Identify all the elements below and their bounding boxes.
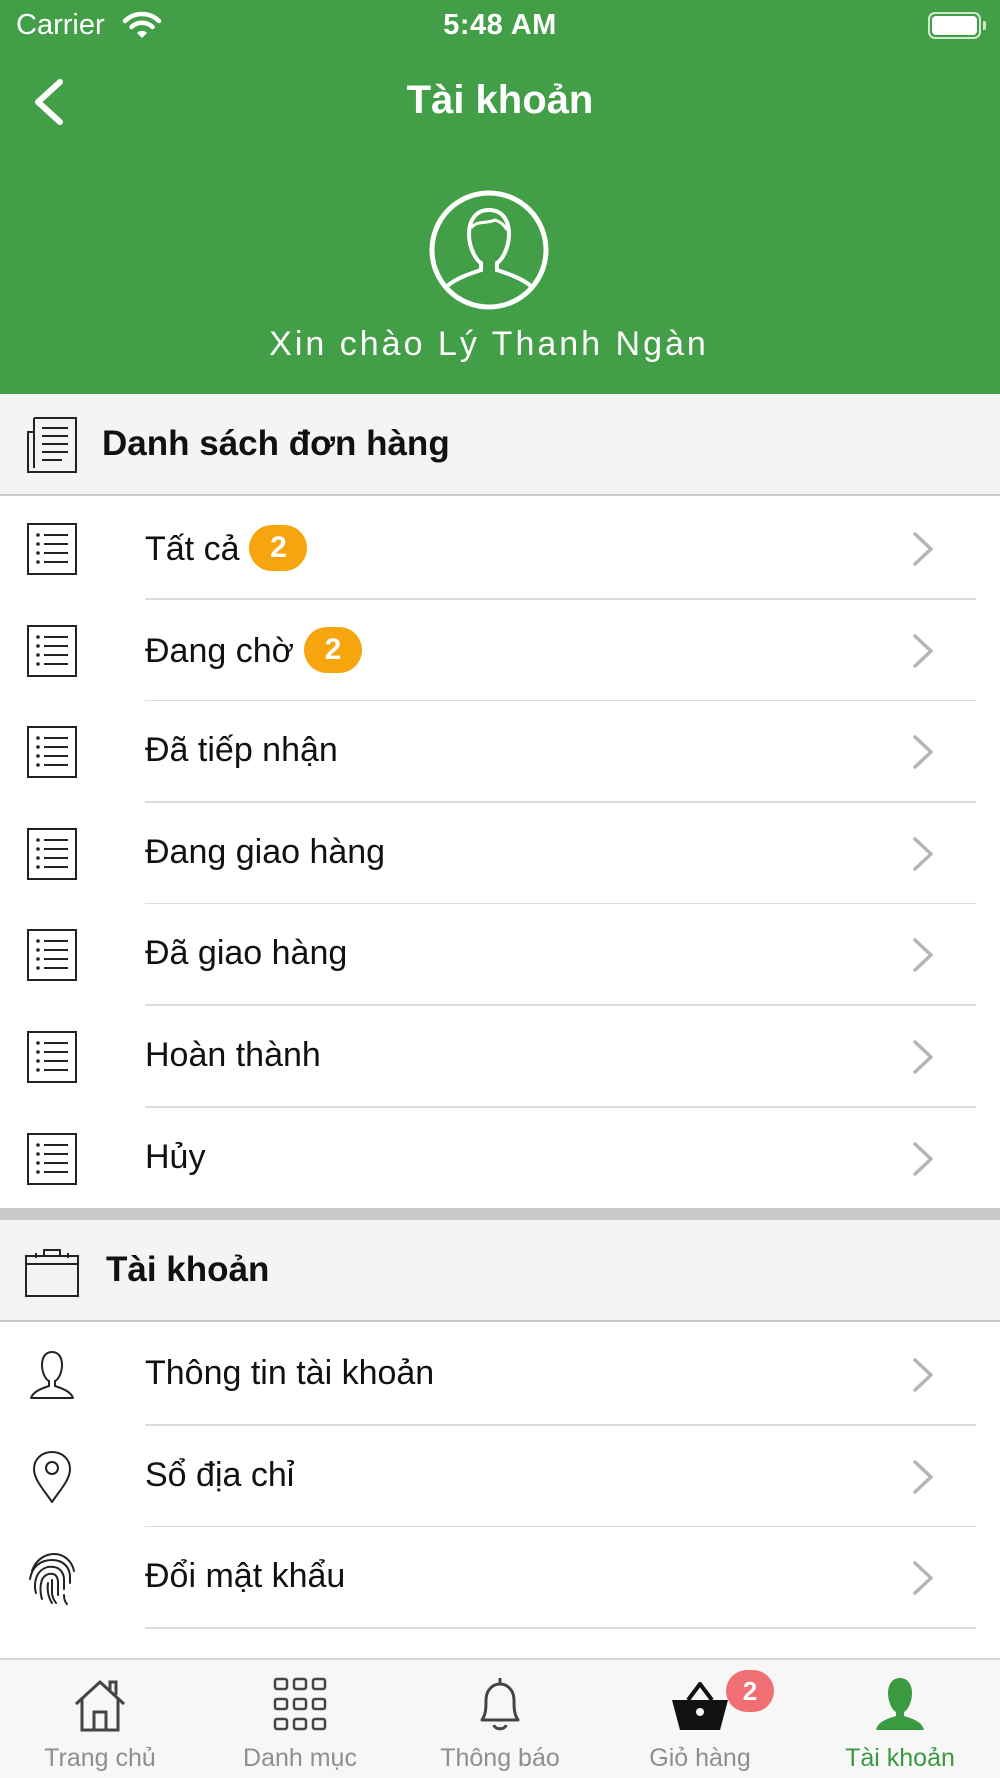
chevron-right-icon bbox=[913, 532, 933, 566]
status-bar: Carrier 5:48 AM bbox=[0, 0, 1000, 52]
account-section-title: Tài khoản bbox=[106, 1250, 270, 1289]
section-separator bbox=[0, 1208, 1000, 1220]
order-row-label: Đang giao hàng bbox=[145, 833, 385, 872]
chevron-right-icon bbox=[913, 1040, 933, 1074]
chevron-right-icon bbox=[913, 633, 933, 668]
list-icon bbox=[27, 929, 77, 982]
order-row[interactable]: Đã giao hàng bbox=[0, 904, 1000, 1007]
orders-section-header: Danh sách đơn hàng bbox=[0, 394, 1000, 496]
order-row[interactable]: Tất cả 2 bbox=[0, 498, 1000, 600]
grid-icon bbox=[273, 1677, 327, 1731]
location-pin-icon bbox=[33, 1450, 71, 1503]
tab-notifications-label: Thông báo bbox=[440, 1744, 560, 1772]
order-row[interactable]: Hủy bbox=[0, 1107, 1000, 1210]
order-row[interactable]: Hoàn thành bbox=[0, 1006, 1000, 1108]
tab-cart[interactable]: 2 Giỏ hàng bbox=[600, 1660, 800, 1778]
briefcase-icon bbox=[25, 1249, 79, 1297]
chevron-right-icon bbox=[913, 1459, 933, 1494]
avatar-icon bbox=[429, 190, 549, 310]
order-row-label: Đã giao hàng bbox=[145, 934, 347, 973]
list-icon bbox=[27, 1031, 77, 1083]
battery-icon bbox=[928, 12, 986, 39]
tab-account-label: Tài khoản bbox=[845, 1744, 955, 1772]
order-row[interactable]: Đã tiếp nhận bbox=[0, 701, 1000, 804]
list-icon bbox=[27, 827, 77, 880]
order-row-text: Hủy bbox=[145, 1137, 206, 1176]
chevron-right-icon bbox=[913, 938, 933, 973]
order-row[interactable]: Đang giao hàng bbox=[0, 802, 1000, 905]
order-row-label: Đã tiếp nhận bbox=[145, 731, 338, 770]
tab-home[interactable]: Trang chủ bbox=[0, 1660, 200, 1778]
status-time: 5:48 AM bbox=[443, 9, 557, 41]
chevron-right-icon bbox=[913, 735, 933, 769]
chevron-right-icon bbox=[913, 1561, 933, 1595]
account-row[interactable]: Đổi mật khẩu bbox=[0, 1527, 1000, 1630]
cart-badge: 2 bbox=[726, 1670, 774, 1712]
count-badge: 2 bbox=[249, 525, 308, 571]
chevron-right-icon bbox=[913, 1358, 933, 1392]
tab-categories[interactable]: Danh mục bbox=[200, 1660, 400, 1778]
tab-home-label: Trang chủ bbox=[44, 1744, 156, 1772]
count-badge: 2 bbox=[303, 626, 362, 673]
order-row-label: Hoàn thành bbox=[145, 1036, 321, 1075]
chevron-right-icon bbox=[913, 837, 933, 871]
account-row[interactable]: Thông tin tài khoản bbox=[0, 1324, 1000, 1426]
home-icon bbox=[74, 1680, 126, 1732]
fingerprint-icon bbox=[29, 1553, 75, 1606]
order-row[interactable]: Đang chờ 2 bbox=[0, 599, 1000, 702]
tab-cart-label: Giỏ hàng bbox=[649, 1744, 751, 1772]
order-row-label: Tất cả 2 bbox=[145, 525, 308, 574]
order-row-text: Đang giao hàng bbox=[145, 832, 386, 871]
order-row-text: Đã giao hàng bbox=[145, 934, 348, 973]
orders-section-title: Danh sách đơn hàng bbox=[102, 424, 450, 463]
order-row-text: Đang chờ bbox=[145, 631, 294, 670]
row-divider bbox=[145, 1627, 976, 1630]
list-icon bbox=[27, 523, 77, 575]
account-row-label: Đổi mật khẩu bbox=[145, 1557, 346, 1596]
tab-notifications[interactable]: Thông báo bbox=[400, 1660, 600, 1778]
document-list-icon bbox=[27, 417, 77, 473]
greeting-text: Xin chào Lý Thanh Ngàn bbox=[269, 325, 709, 363]
order-row-text: Đã tiếp nhận bbox=[145, 731, 338, 770]
bell-icon bbox=[480, 1678, 520, 1731]
account-section-header: Tài khoản bbox=[0, 1220, 1000, 1322]
account-row-label: Sổ địa chỉ bbox=[145, 1455, 295, 1494]
tab-bar: Trang chủ Danh mục Thông báo 2 Giỏ hàng bbox=[0, 1658, 1000, 1778]
account-row[interactable]: Sổ địa chỉ bbox=[0, 1425, 1000, 1528]
order-row-text: Hoàn thành bbox=[145, 1036, 321, 1074]
order-row-text: Tất cả bbox=[145, 529, 240, 568]
list-icon bbox=[27, 624, 77, 677]
chevron-right-icon bbox=[913, 1141, 933, 1176]
tab-account[interactable]: Tài khoản bbox=[800, 1660, 1000, 1778]
profile-header: Carrier 5:48 AM Tài khoản Xin chào Lý Th… bbox=[0, 0, 1000, 394]
list-icon bbox=[27, 1132, 77, 1185]
basket-icon bbox=[672, 1682, 728, 1730]
account-row-label: Thông tin tài khoản bbox=[145, 1354, 435, 1392]
order-row-label: Đang chờ 2 bbox=[145, 626, 362, 676]
order-row-label: Hủy bbox=[145, 1138, 205, 1177]
person-outline-icon bbox=[30, 1351, 74, 1399]
account-icon bbox=[876, 1678, 924, 1730]
list-icon bbox=[27, 726, 77, 779]
tab-categories-label: Danh mục bbox=[243, 1744, 357, 1772]
page-title: Tài khoản bbox=[406, 78, 594, 122]
